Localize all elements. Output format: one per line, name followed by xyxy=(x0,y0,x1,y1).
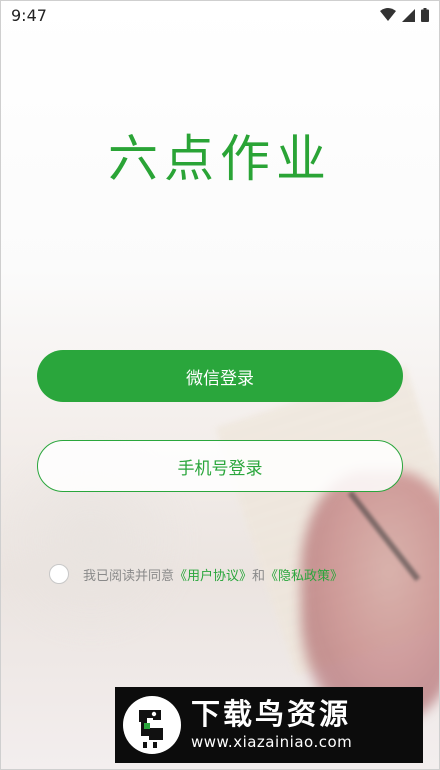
wechat-login-button[interactable]: 微信登录 xyxy=(37,350,403,402)
wechat-login-label: 微信登录 xyxy=(186,368,254,389)
agreement-prefix: 我已阅读并同意 xyxy=(83,568,175,584)
agreement-conjunction: 和 xyxy=(252,568,266,584)
signal-icon xyxy=(402,8,415,22)
watermark-url: www.xiazainiao.com xyxy=(191,733,353,751)
screen: 9:47 六点作业 微信登录 手机号登录 我已阅读并同意 《用户协议》 和 《隐… xyxy=(0,0,440,770)
watermark-banner: 下载鸟资源 www.xiazainiao.com xyxy=(115,687,423,763)
phone-login-button[interactable]: 手机号登录 xyxy=(37,440,403,492)
agreement-row: 我已阅读并同意 《用户协议》 和 《隐私政策》 xyxy=(49,564,343,584)
status-bar: 9:47 xyxy=(1,1,439,29)
battery-icon xyxy=(421,8,429,22)
watermark-title: 下载鸟资源 xyxy=(191,697,352,731)
bird-logo-icon xyxy=(123,696,181,754)
privacy-policy-link[interactable]: 《隐私政策》 xyxy=(265,565,343,584)
watermark-text: 下载鸟资源 www.xiazainiao.com xyxy=(191,697,352,753)
app-logo: 六点作业 xyxy=(108,130,332,188)
user-agreement-link[interactable]: 《用户协议》 xyxy=(174,565,252,584)
status-icons xyxy=(380,8,429,22)
agreement-checkbox[interactable] xyxy=(49,564,69,584)
status-time: 9:47 xyxy=(11,5,47,25)
background-arm xyxy=(301,471,439,721)
phone-login-label: 手机号登录 xyxy=(177,458,263,479)
wifi-icon xyxy=(380,8,396,21)
